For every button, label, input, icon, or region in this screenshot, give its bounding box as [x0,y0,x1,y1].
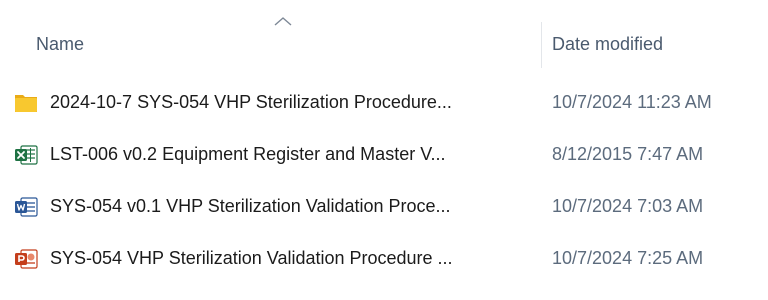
word-icon [15,197,38,217]
file-name: 2024-10-7 SYS-054 VHP Sterilization Proc… [50,92,452,112]
file-date-modified: 10/7/2024 11:23 AM [552,92,712,112]
file-row[interactable]: SYS-054 VHP Sterilization Validation Pro… [0,236,768,288]
file-date-modified: 10/7/2024 7:03 AM [552,196,704,216]
column-header-name[interactable]: Name [36,34,84,55]
chevron-up-icon[interactable] [272,14,294,28]
file-list-pane: Name Date modified 2024-10-7 SYS-054 VHP… [0,0,768,300]
excel-icon [15,145,38,165]
file-list: 2024-10-7 SYS-054 VHP Sterilization Proc… [0,80,768,288]
file-name: SYS-054 v0.1 VHP Sterilization Validatio… [50,196,451,216]
folder-icon [15,95,37,112]
powerpoint-icon [15,249,38,269]
column-header-date-modified[interactable]: Date modified [552,34,663,55]
file-name: LST-006 v0.2 Equipment Register and Mast… [50,144,446,164]
column-divider[interactable] [541,22,542,68]
column-header-row: Name Date modified [0,0,768,68]
file-row[interactable]: SYS-054 v0.1 VHP Sterilization Validatio… [0,184,768,236]
file-name: SYS-054 VHP Sterilization Validation Pro… [50,248,453,268]
file-row[interactable]: LST-006 v0.2 Equipment Register and Mast… [0,132,768,184]
file-date-modified: 10/7/2024 7:25 AM [552,248,704,268]
file-date-modified: 8/12/2015 7:47 AM [552,144,704,164]
file-row[interactable]: 2024-10-7 SYS-054 VHP Sterilization Proc… [0,80,768,132]
